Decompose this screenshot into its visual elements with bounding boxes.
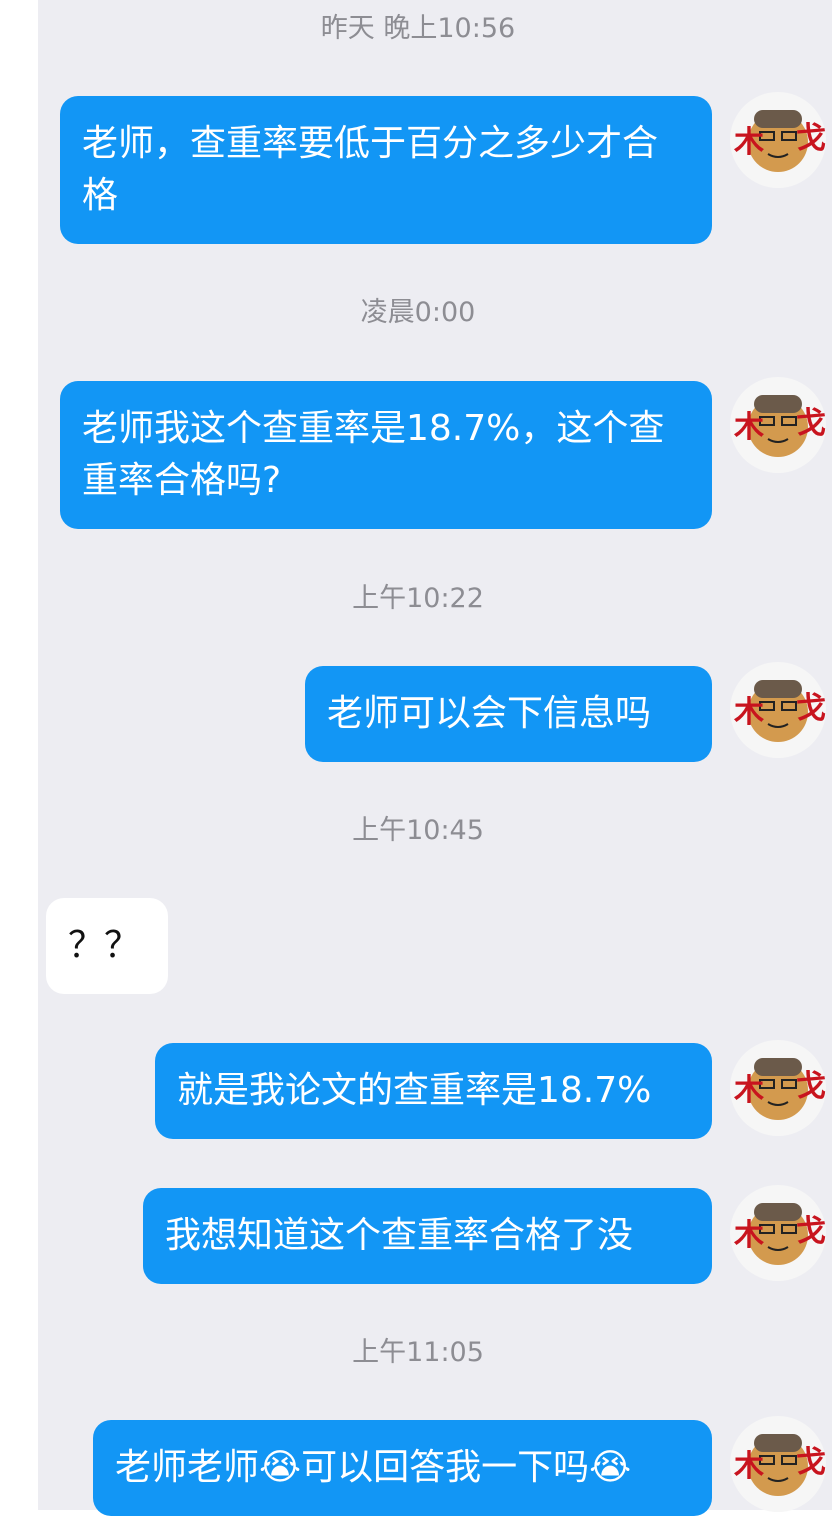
svg-text:戈: 戈 xyxy=(796,1214,826,1249)
svg-text:木: 木 xyxy=(733,1073,764,1108)
sent-message[interactable]: 老师我这个查重率是18.7%，这个查重率合格吗? xyxy=(60,381,712,529)
timestamp: 上午10:45 xyxy=(352,815,484,846)
timestamp: 上午11:05 xyxy=(352,1337,484,1368)
avatar-icon[interactable]: 木 戈 xyxy=(730,1185,826,1281)
svg-text:木: 木 xyxy=(733,695,764,730)
avatar-icon[interactable]: 木 戈 xyxy=(730,377,826,473)
svg-text:木: 木 xyxy=(733,125,764,160)
timestamp: 昨天 晚上10:56 xyxy=(320,13,516,44)
sent-message[interactable]: 老师可以会下信息吗 xyxy=(305,666,712,762)
sent-message[interactable]: 老师老师😭可以回答我一下吗😭 xyxy=(93,1420,712,1516)
svg-text:戈: 戈 xyxy=(796,121,826,156)
avatar-icon[interactable]: 木 戈 xyxy=(730,92,826,188)
svg-text:戈: 戈 xyxy=(796,691,826,726)
chat-area[interactable]: 昨天 晚上10:56 老师，查重率要低于百分之多少才合格 木 戈 凌晨0:00 … xyxy=(38,0,832,1516)
svg-text:戈: 戈 xyxy=(796,1445,826,1480)
svg-text:木: 木 xyxy=(733,1218,764,1253)
received-message[interactable]: ？？ xyxy=(46,898,168,994)
timestamp: 凌晨0:00 xyxy=(360,297,476,328)
avatar-icon[interactable]: 木 戈 xyxy=(730,1040,826,1136)
timestamp: 上午10:22 xyxy=(352,583,484,614)
sent-message[interactable]: 就是我论文的查重率是18.7% xyxy=(155,1043,712,1139)
sent-message[interactable]: 老师，查重率要低于百分之多少才合格 xyxy=(60,96,712,244)
svg-text:木: 木 xyxy=(733,410,764,445)
svg-text:戈: 戈 xyxy=(796,1069,826,1104)
avatar-icon[interactable]: 木 戈 xyxy=(730,662,826,758)
avatar-icon[interactable]: 木 戈 xyxy=(730,1416,826,1512)
svg-text:木: 木 xyxy=(733,1449,764,1484)
sent-message[interactable]: 我想知道这个查重率合格了没 xyxy=(143,1188,712,1284)
svg-text:戈: 戈 xyxy=(796,406,826,441)
